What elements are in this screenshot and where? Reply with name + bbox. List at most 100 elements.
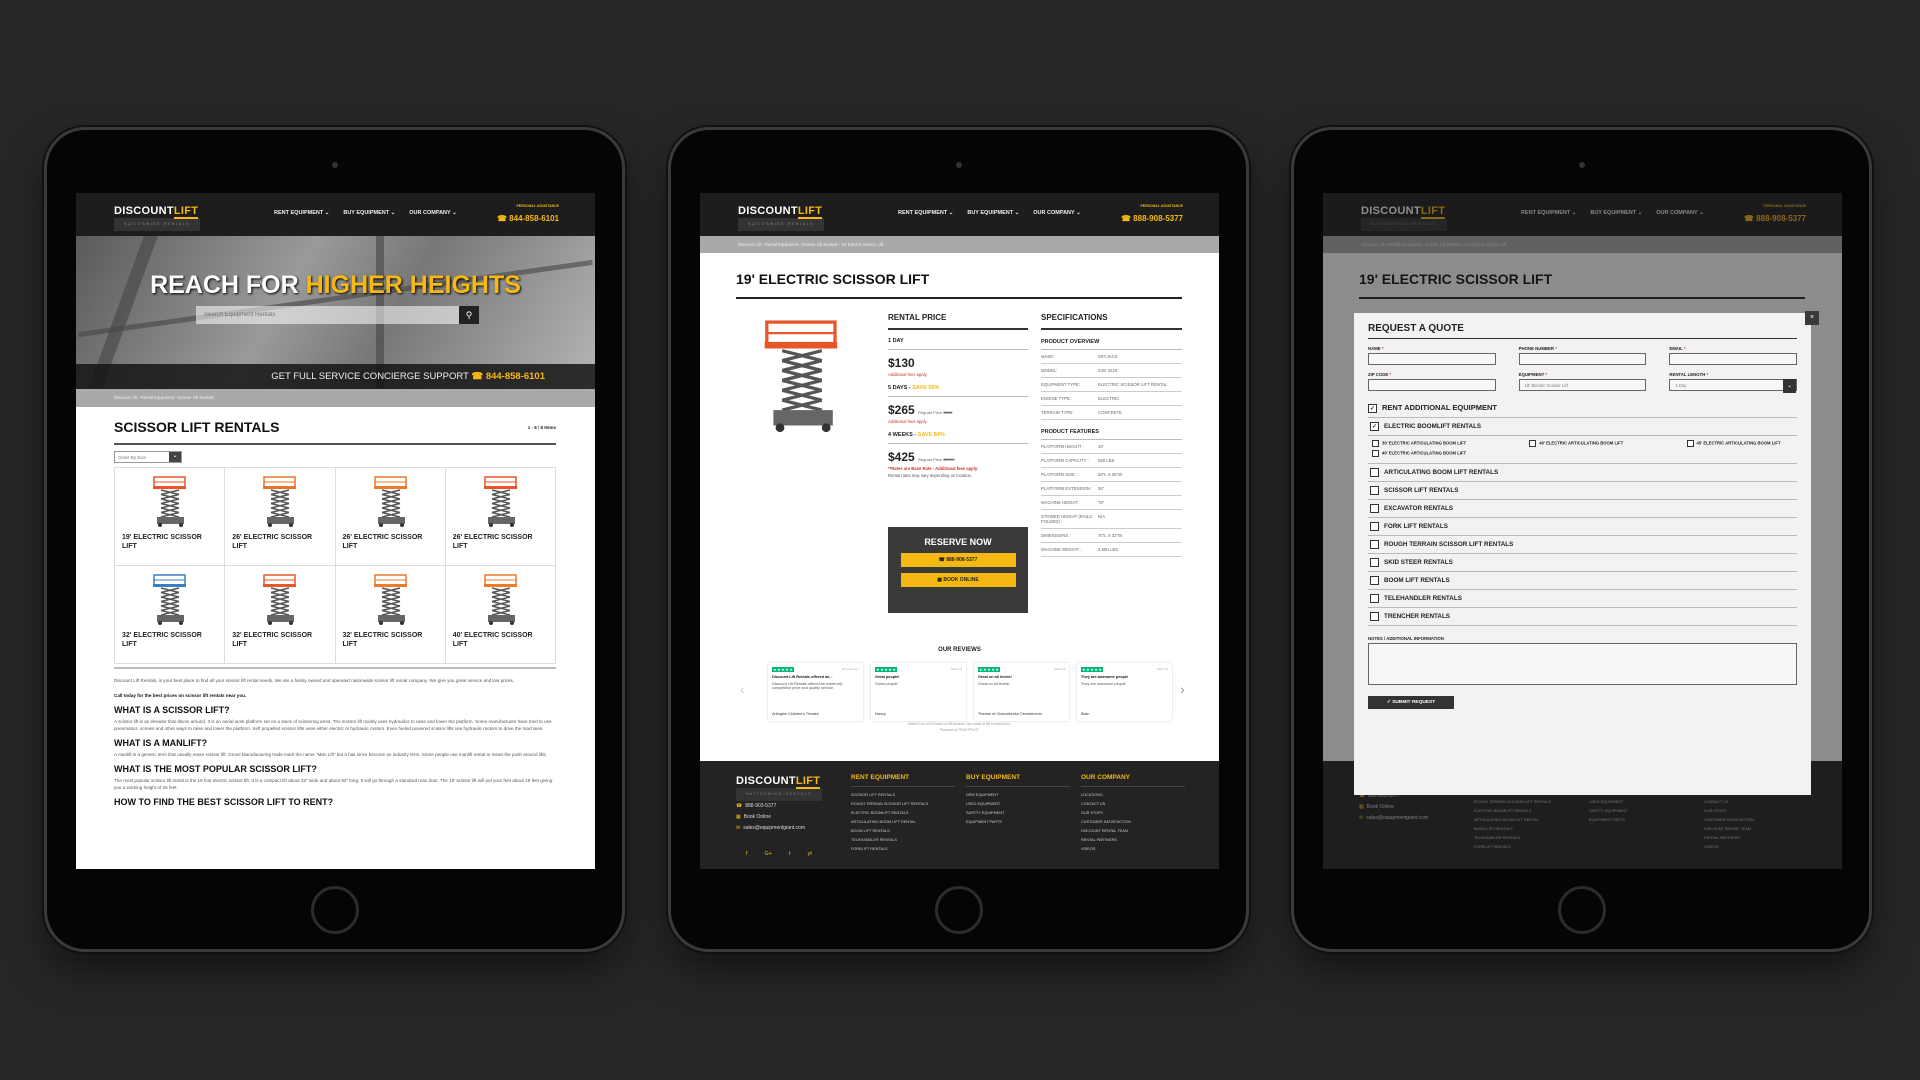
notes-textarea[interactable] [1368,642,1797,685]
footer-link[interactable]: BOOM LIFT RENTALS [851,827,955,836]
footer-link[interactable]: SCISSOR LIFT RENTALS [851,791,955,800]
breadcrumb-link[interactable]: Scissor Lift Rentals [798,242,838,247]
nav-rent[interactable]: RENT EQUIPMENT [274,210,329,216]
footer-link[interactable]: VIDEOS [1081,845,1185,854]
footer-link[interactable]: CUSTOMER SATISFACTION [1081,818,1185,827]
product-name[interactable]: 32' ELECTRIC SCISSOR LIFT [122,631,218,649]
sort-select[interactable]: Order By Size ⌄ [114,451,182,463]
footer-link[interactable]: FORKLIFT RENTALS [851,845,955,854]
product-card[interactable]: 40' ELECTRIC SCISSOR LIFT [445,566,556,664]
search-input[interactable] [196,306,459,324]
logo[interactable]: DISCOUNTLIFT NATIONWIDE RENTALS [738,205,824,231]
close-icon[interactable]: × [1805,311,1819,325]
product-card[interactable]: 26' ELECTRIC SCISSOR LIFT [335,468,446,566]
checkbox[interactable] [1686,439,1694,447]
category-checkbox[interactable]: ROUGH TERRAIN SCISSOR LIFT RENTALS [1368,536,1797,554]
email-input[interactable] [1669,353,1798,365]
checkbox[interactable] [1370,485,1379,495]
footer-link[interactable]: ELECTRIC BOOMLIFT RENTALS [851,809,955,818]
checkbox-checked-icon[interactable]: ✓ [1368,403,1377,413]
footer-link[interactable]: SAFETY EQUIPMENT [966,809,1070,818]
category-checkbox[interactable]: EXCAVATOR RENTALS [1368,500,1797,518]
header-phone[interactable]: PERSONAL ASSISTANCE ☎ 844-858-6101 [497,204,559,226]
rent-additional-checkbox[interactable]: ✓ RENT ADDITIONAL EQUIPMENT [1368,399,1797,418]
product-card[interactable]: 32' ELECTRIC SCISSOR LIFT [225,566,336,664]
nav-company[interactable]: OUR COMPANY [409,210,457,216]
rental-length-select[interactable]: 1 Day ⌄ [1669,379,1798,393]
footer-logo[interactable]: DISCOUNTLIFT NATIONWIDE RENTALS [736,775,822,801]
checkbox[interactable] [1370,575,1379,585]
breadcrumb-link[interactable]: Discount Lift [738,242,761,247]
youtube-icon[interactable]: yt [808,851,812,857]
footer-link[interactable]: CONTACT US [1081,800,1185,809]
footer-link[interactable]: ARTICULATING BOOM LIFT RENTAL [851,818,955,827]
header-phone[interactable]: PERSONAL ASSISTANCE ☎ 888-908-5377 [1121,204,1183,226]
google-plus-icon[interactable]: G+ [765,851,773,857]
product-name[interactable]: 32' ELECTRIC SCISSOR LIFT [232,631,328,649]
product-name[interactable]: 26' ELECTRIC SCISSOR LIFT [343,533,439,551]
footer-email[interactable]: ✉ sales@equipmentgiant.com [736,823,805,834]
checkbox[interactable] [1372,439,1379,447]
home-button[interactable] [310,886,359,934]
footer-link[interactable]: TELEHANDLER RENTALS [851,836,955,845]
equipment-input[interactable]: 19' Electric Scissor Lift [1518,379,1647,391]
boomlift-option[interactable]: 40' ELECTRIC ARTICULATING BOOM LIFT [1372,449,1529,457]
phone-input[interactable] [1518,353,1647,365]
review-card[interactable]: ★★★★★ March 8 Great on all levels! Great on… [974,663,1069,721]
checkbox[interactable] [1370,611,1379,621]
name-input[interactable] [1368,353,1496,365]
breadcrumb-link[interactable]: Discount Lift [114,395,137,400]
footer-link[interactable]: DISCOUNT RENTAL TEAM [1081,827,1185,836]
category-checkbox[interactable]: BOOM LIFT RENTALS [1368,572,1797,590]
boomlift-checkbox[interactable]: ✓ ELECTRIC BOOMLIFT RENTALS [1368,418,1797,436]
footer-link[interactable]: USED EQUIPMENT [966,800,1070,809]
checkbox[interactable] [1370,593,1379,603]
category-checkbox[interactable]: TELEHANDLER RENTALS [1368,590,1797,608]
category-checkbox[interactable]: ARTICULATING BOOM LIFT RENTALS [1368,464,1797,482]
footer-link[interactable]: NEW EQUIPMENT [966,791,1070,800]
twitter-icon[interactable]: t [789,851,791,857]
product-name[interactable]: 26' ELECTRIC SCISSOR LIFT [453,533,549,551]
footer-book[interactable]: ▦ Book Online [736,812,805,823]
phone-number[interactable]: 844-858-6101 [509,214,559,223]
checkbox[interactable] [1370,521,1379,531]
zip-input[interactable] [1368,379,1496,391]
phone-number[interactable]: 888-908-5377 [1133,214,1183,223]
checkbox[interactable] [1370,467,1379,477]
footer-link[interactable]: RENTAL PARTNERS [1081,836,1185,845]
review-card[interactable]: ★★★★★ 20 hours ago Discount Lift Rentals o… [768,663,863,721]
checkbox[interactable] [1370,557,1379,567]
boomlift-option[interactable]: 40' ELECTRIC ARTICULATING BOOM LIFT [1529,439,1686,447]
breadcrumb-link[interactable]: Rental Equipment [137,395,174,400]
trustpilot-link[interactable]: Powered by TRUSTPILOT [700,727,1219,733]
category-checkbox[interactable]: FORK LIFT RENTALS [1368,518,1797,536]
product-card[interactable]: 32' ELECTRIC SCISSOR LIFT [335,566,446,664]
prev-arrow-icon[interactable]: ‹ [740,681,745,697]
nav-company[interactable]: OUR COMPANY [1033,210,1081,216]
product-name[interactable]: 19' ELECTRIC SCISSOR LIFT [122,533,218,551]
footer-phone[interactable]: ☎ 888-903-5377 [736,801,805,812]
review-card[interactable]: ★★★★★ March 8 Great people! Great people! Na… [871,663,966,721]
product-card[interactable]: 26' ELECTRIC SCISSOR LIFT [445,468,556,566]
breadcrumb-link[interactable]: Rental Equipment [761,242,798,247]
home-button[interactable] [934,886,983,934]
book-online-button[interactable]: ▦ BOOK ONLINE [900,573,1016,587]
product-card[interactable]: 32' ELECTRIC SCISSOR LIFT [115,566,226,664]
product-name[interactable]: 26' ELECTRIC SCISSOR LIFT [232,533,328,551]
home-button[interactable] [1557,886,1606,934]
product-name[interactable]: 32' ELECTRIC SCISSOR LIFT [343,631,439,649]
checkbox[interactable] [1372,449,1379,457]
nav-buy[interactable]: BUY EQUIPMENT [343,210,395,216]
category-checkbox[interactable]: SKID STEER RENTALS [1368,554,1797,572]
search-button[interactable]: ⚲ [459,306,479,324]
checkbox-checked-icon[interactable]: ✓ [1370,421,1379,431]
product-name[interactable]: 40' ELECTRIC SCISSOR LIFT [453,631,549,649]
checkbox[interactable] [1529,439,1537,447]
concierge-phone[interactable]: 844-858-6101 [486,371,545,382]
product-card[interactable]: 26' ELECTRIC SCISSOR LIFT [225,468,336,566]
checkbox[interactable] [1370,503,1379,513]
submit-request-button[interactable]: ✓ SUBMIT REQUEST [1368,695,1454,709]
nav-buy[interactable]: BUY EQUIPMENT [967,210,1019,216]
category-checkbox[interactable]: TRENCHER RENTALS [1368,608,1797,626]
footer-link[interactable]: LOCATIONS [1081,791,1185,800]
